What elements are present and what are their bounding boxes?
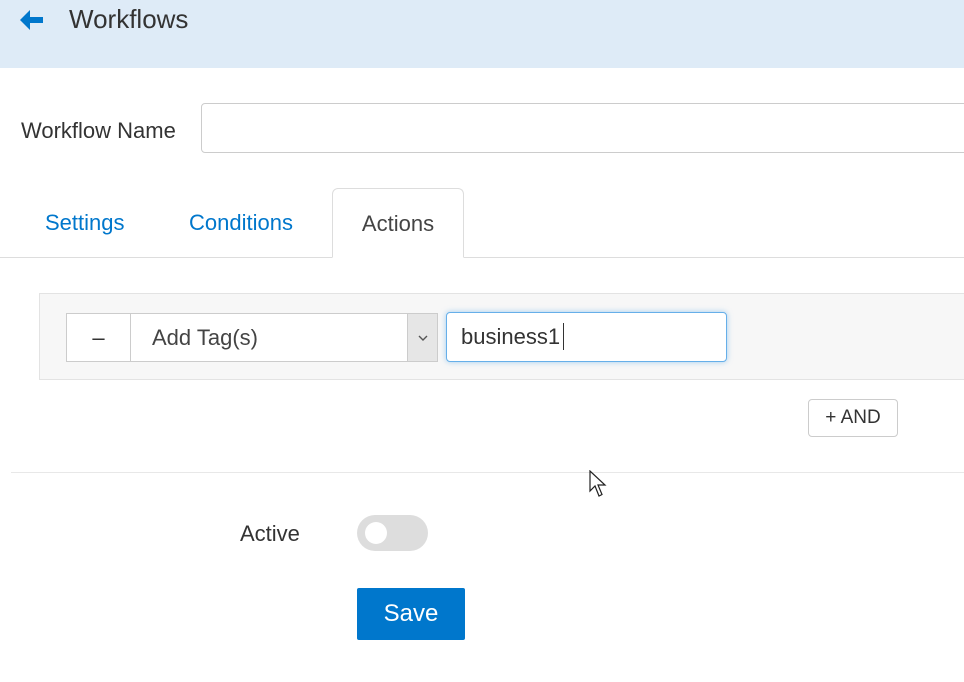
chevron-down-icon[interactable] [407,314,437,361]
tab-conditions[interactable]: Conditions [189,188,293,258]
page-title: Workflows [69,4,189,34]
add-and-button[interactable]: + AND [808,399,898,437]
header-bar: Workflows [0,0,964,68]
active-label: Active [240,521,300,546]
workflow-name-label: Workflow Name [21,118,176,143]
tab-actions[interactable]: Actions [332,188,464,258]
save-button[interactable]: Save [357,588,465,640]
toggle-knob [365,522,387,544]
remove-action-button[interactable]: – [66,313,131,362]
arrow-left-icon[interactable] [18,8,44,32]
tab-settings[interactable]: Settings [45,188,125,258]
text-caret [563,323,564,350]
action-type-select[interactable]: Add Tag(s) [130,313,438,362]
mouse-cursor-icon [589,470,607,497]
workflow-name-input[interactable] [201,103,964,153]
tabs-divider [0,257,964,258]
section-divider [11,472,964,473]
action-type-value: Add Tag(s) [152,325,258,350]
tag-input[interactable] [446,312,727,362]
active-toggle[interactable] [357,515,428,551]
